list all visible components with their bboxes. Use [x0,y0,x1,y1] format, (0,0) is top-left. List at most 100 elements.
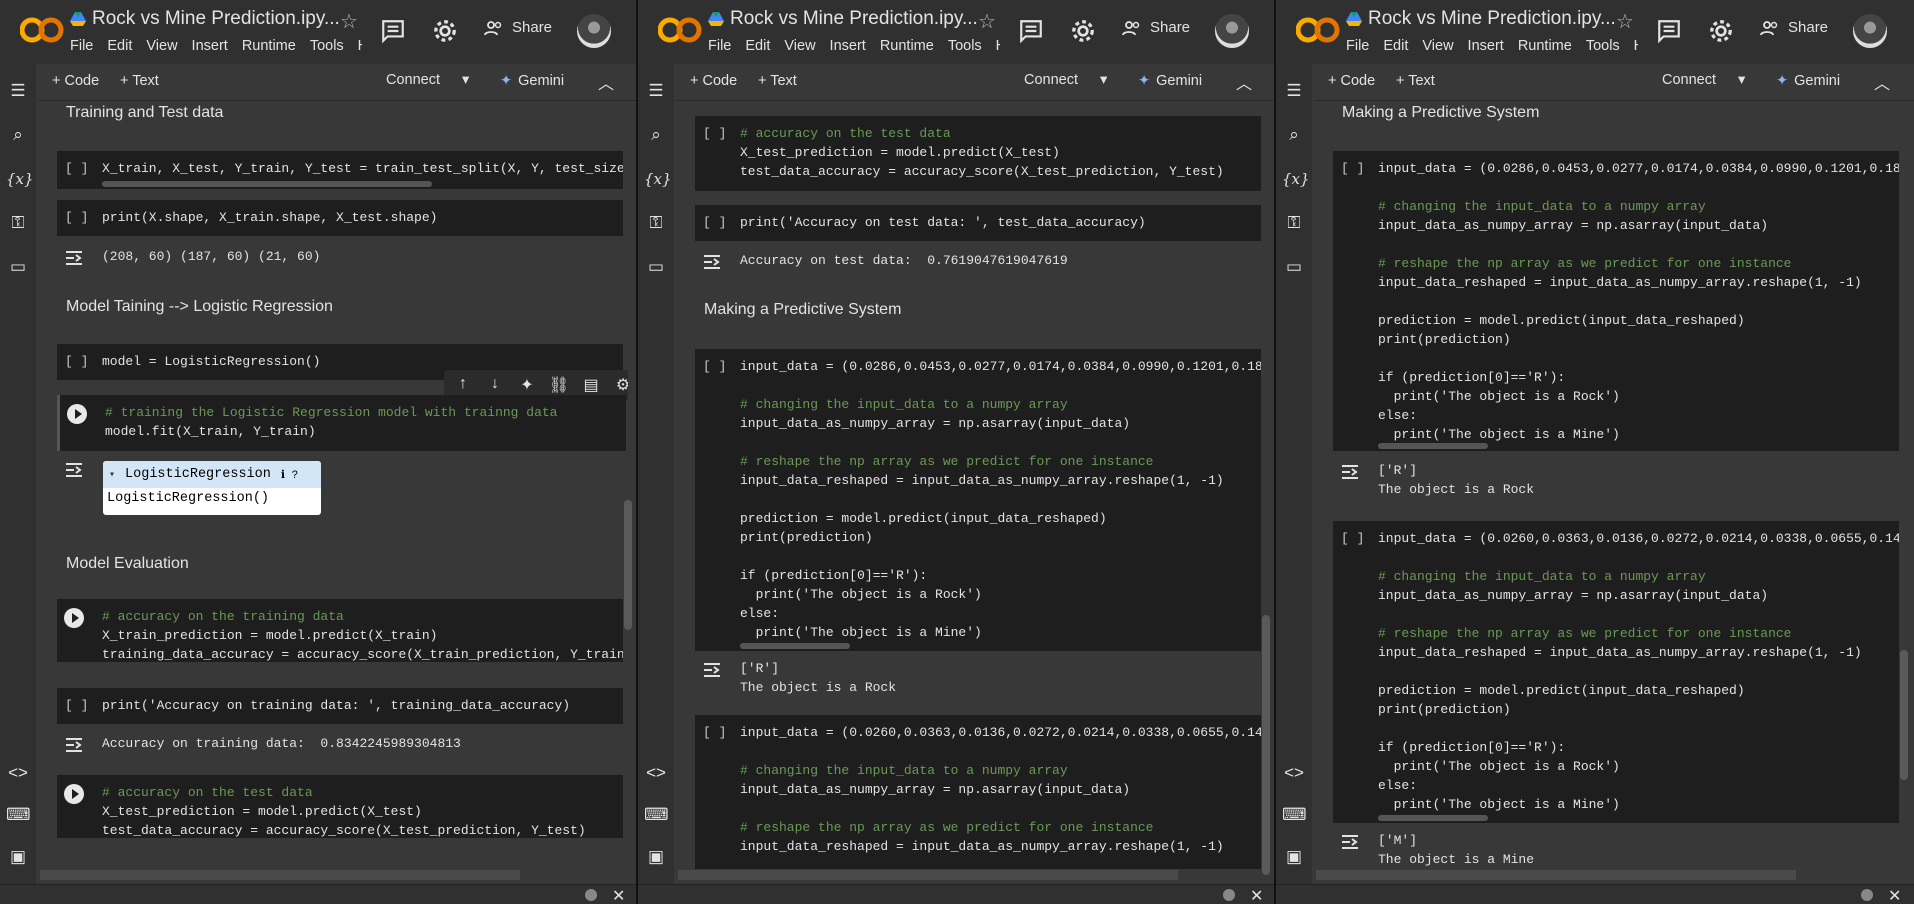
menu-help[interactable]: H [358,38,362,54]
menu-view[interactable]: View [784,38,815,54]
star-icon[interactable]: ☆ [340,9,358,34]
link-icon[interactable]: ⛓ [548,375,570,395]
menu-help[interactable]: H [996,38,1000,54]
run-cell-button[interactable] [64,784,84,804]
variables-icon[interactable]: {x} [6,168,34,190]
horizontal-scrollbar[interactable] [102,181,432,187]
share-button[interactable]: Share [1122,19,1190,36]
add-text-button[interactable]: + Text [758,73,797,89]
notebook-title[interactable]: Rock vs Mine Prediction.ipy... [708,8,978,30]
gemini-button[interactable]: ✦ Gemini [500,73,564,89]
star-icon[interactable]: ☆ [1616,9,1634,34]
horizontal-scrollbar[interactable] [678,870,1178,880]
search-icon[interactable]: ⌕ [6,124,30,146]
close-icon[interactable]: ✕ [612,886,625,904]
code-snippets-icon[interactable]: <> [6,762,30,784]
gear-icon[interactable] [432,18,458,44]
gemini-button[interactable]: ✦ Gemini [1138,73,1202,89]
code-cell[interactable]: [ ] input_data = (0.0260,0.0363,0.0136,0… [695,715,1261,869]
comment-icon[interactable] [380,18,406,44]
chevron-up-icon[interactable]: ︿ [598,70,614,94]
chevron-up-icon[interactable]: ︿ [1236,70,1252,94]
menu-tools[interactable]: Tools [948,38,982,54]
key-icon[interactable]: ⚿ [644,212,668,234]
code-cell[interactable]: # accuracy on the test data X_test_predi… [57,775,623,838]
menu-runtime[interactable]: Runtime [1518,38,1572,54]
add-text-button[interactable]: + Text [120,73,159,89]
comment-icon[interactable] [1656,18,1682,44]
code-text[interactable]: model = LogisticRegression() [102,352,320,371]
terminal-icon[interactable]: ▣ [644,846,668,868]
menu-file[interactable]: File [708,38,731,54]
run-bracket[interactable]: [ ] [703,725,726,740]
code-cell[interactable]: [ ] input_data = (0.0286,0.0453,0.0277,0… [1333,151,1899,451]
code-text[interactable]: input_data = (0.0260,0.0363,0.0136,0.027… [1378,529,1899,814]
code-text[interactable]: # accuracy on the test data X_test_predi… [740,124,1224,181]
code-cell[interactable]: [ ] print(X.shape, X_train.shape, X_test… [57,200,623,236]
notebook-title[interactable]: Rock vs Mine Prediction.ipy... [1346,8,1616,30]
command-palette-icon[interactable]: ⌨ [6,804,31,826]
variables-icon[interactable]: {x} [1282,168,1310,190]
terminal-icon[interactable]: ▣ [6,846,30,868]
code-text[interactable]: input_data = (0.0286,0.0453,0.0277,0.017… [740,357,1261,642]
menu-edit[interactable]: Edit [107,38,132,54]
code-cell[interactable]: [ ] print('Accuracy on training data: ',… [57,688,623,724]
horizontal-scrollbar[interactable] [1316,870,1796,880]
close-icon[interactable]: ✕ [1250,886,1263,904]
menu-insert[interactable]: Insert [192,38,228,54]
menu-edit[interactable]: Edit [745,38,770,54]
code-cell[interactable]: [ ] print('Accuracy on test data: ', tes… [695,205,1261,241]
folder-icon[interactable]: ▭ [6,256,30,278]
code-text[interactable]: # accuracy on the test data X_test_predi… [102,783,586,838]
run-bracket[interactable]: [ ] [65,698,88,713]
run-cell-button[interactable] [64,608,84,628]
star-icon[interactable]: ☆ [978,9,996,34]
folder-icon[interactable]: ▭ [1282,256,1306,278]
vertical-scrollbar[interactable] [1900,650,1908,780]
horizontal-scrollbar[interactable] [40,870,520,880]
run-cell-button[interactable] [67,404,87,424]
gemini-sparkle-icon[interactable]: ✦ [516,375,538,395]
connect-button[interactable]: Connect ▾ [386,72,469,88]
run-bracket[interactable]: [ ] [703,359,726,374]
gear-icon[interactable] [1708,18,1734,44]
menu-tools[interactable]: Tools [310,38,344,54]
add-code-button[interactable]: + Code [52,73,99,89]
connect-button[interactable]: Connect ▾ [1662,72,1745,88]
command-palette-icon[interactable]: ⌨ [1282,804,1307,826]
run-bracket[interactable]: [ ] [1341,531,1364,546]
menu-edit[interactable]: Edit [1383,38,1408,54]
info-icon[interactable]: ℹ ? [281,468,298,482]
run-bracket[interactable]: [ ] [703,215,726,230]
chevron-down-icon[interactable]: ▾ [462,72,469,88]
code-cell-selected[interactable]: # training the Logistic Regression model… [57,395,626,451]
add-code-button[interactable]: + Code [690,73,737,89]
code-text[interactable]: print('Accuracy on test data: ', test_da… [740,213,1146,232]
key-icon[interactable]: ⚿ [6,212,30,234]
run-bracket[interactable]: [ ] [65,210,88,225]
vertical-scrollbar[interactable] [624,500,632,630]
code-text[interactable]: print('Accuracy on training data: ', tra… [102,696,570,715]
code-snippets-icon[interactable]: <> [1282,762,1306,784]
menu-view[interactable]: View [1422,38,1453,54]
share-button[interactable]: Share [484,19,552,36]
share-button[interactable]: Share [1760,19,1828,36]
command-palette-icon[interactable]: ⌨ [644,804,669,826]
output-toggle-icon[interactable] [1340,833,1362,851]
code-cell[interactable]: [ ] X_train, X_test, Y_train, Y_test = t… [57,151,623,189]
search-icon[interactable]: ⌕ [644,124,668,146]
comment-icon[interactable] [1018,18,1044,44]
avatar[interactable] [577,14,611,48]
menu-file[interactable]: File [70,38,93,54]
chevron-down-icon[interactable]: ▾ [1100,72,1107,88]
menu-runtime[interactable]: Runtime [242,38,296,54]
code-cell[interactable]: [ ] input_data = (0.0286,0.0453,0.0277,0… [695,349,1261,651]
output-toggle-icon[interactable] [702,661,724,679]
run-bracket[interactable]: [ ] [703,126,726,141]
model-widget[interactable]: ▾ LogisticRegression ℹ ? LogisticRegressio… [103,461,321,515]
search-icon[interactable]: ⌕ [1282,124,1306,146]
output-toggle-icon[interactable] [702,253,724,271]
chevron-up-icon[interactable]: ︿ [1874,70,1890,94]
code-cell[interactable]: # accuracy on the training data X_train_… [57,599,623,662]
menu-insert[interactable]: Insert [1468,38,1504,54]
